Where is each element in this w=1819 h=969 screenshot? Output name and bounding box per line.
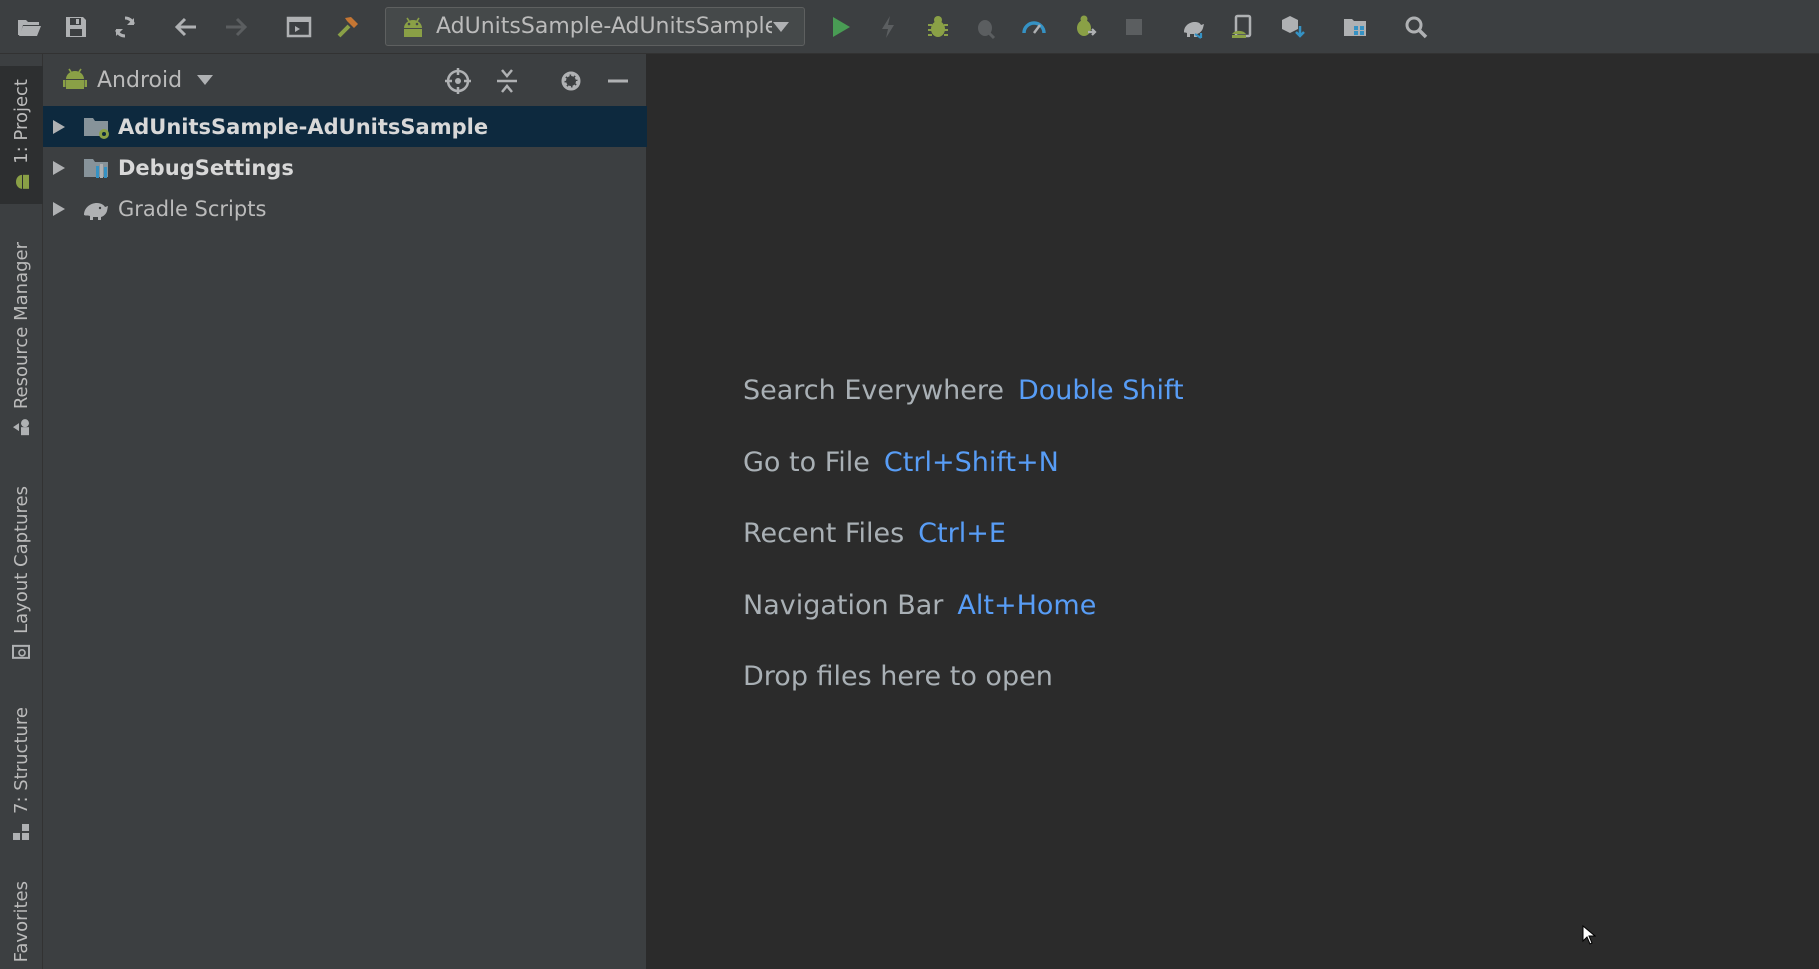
locate-file-icon[interactable]	[441, 64, 475, 98]
debug-attach-process-icon[interactable]	[1065, 7, 1105, 47]
tool-tab-structure[interactable]: 7: Structure	[0, 704, 43, 844]
tool-tab-label: 7: Structure	[11, 706, 32, 814]
stop-icon[interactable]	[1114, 7, 1154, 47]
sdk-manager-icon[interactable]	[1273, 7, 1313, 47]
build-hammer-icon[interactable]	[328, 7, 368, 47]
tool-tab-project[interactable]: 1: Project	[0, 66, 43, 204]
forward-arrow-icon[interactable]	[216, 7, 256, 47]
tool-tab-resource-manager[interactable]: Resource Manager	[0, 240, 43, 440]
resource-shapes-icon	[13, 419, 30, 436]
project-tree: AdUnitsSample-AdUnitsSample DebugSetting…	[43, 106, 647, 229]
chevron-down-icon	[773, 21, 789, 32]
hint-navigation-bar: Navigation Bar Alt+Home	[743, 588, 1184, 660]
apply-changes-icon[interactable]	[868, 7, 908, 47]
mouse-cursor-icon	[1582, 925, 1596, 945]
save-icon[interactable]	[56, 7, 96, 47]
editor-area: Search Everywhere Double Shift Go to File…	[647, 54, 1819, 969]
attach-debugger-icon[interactable]	[966, 7, 1006, 47]
tool-tab-label: Favorites	[11, 880, 32, 963]
hint-shortcut: Ctrl+Shift+N	[883, 446, 1059, 478]
android-icon	[16, 174, 30, 189]
tree-item-debugsettings[interactable]: DebugSettings	[43, 147, 647, 188]
hint-search-everywhere: Search Everywhere Double Shift	[743, 373, 1184, 445]
tree-item-label: DebugSettings	[118, 155, 294, 180]
hint-shortcut: Double Shift	[1018, 375, 1184, 406]
android-icon	[63, 68, 87, 89]
sync-icon[interactable]	[105, 7, 145, 47]
profile-gauge-icon[interactable]	[1014, 7, 1054, 47]
library-module-icon	[84, 158, 108, 178]
open-folder-icon[interactable]	[9, 7, 49, 47]
tree-item-gradle-scripts[interactable]: Gradle Scripts	[43, 188, 647, 229]
avd-manager-icon[interactable]	[1223, 7, 1263, 47]
hint-go-to-file: Go to File Ctrl+Shift+N	[743, 445, 1184, 517]
hint-text: Navigation Bar	[743, 589, 944, 621]
hint-text: Drop files here to open	[743, 661, 1053, 692]
tool-tab-label: Layout Captures	[11, 486, 32, 634]
tool-tab-label: 1: Project	[11, 78, 32, 164]
expand-arrow-icon[interactable]	[52, 201, 66, 217]
project-view-select[interactable]: Android	[63, 67, 214, 93]
layout-capture-icon	[12, 644, 31, 659]
run-configuration-select[interactable]: AdUnitsSample-AdUnitsSample	[385, 7, 805, 46]
hint-recent-files: Recent Files Ctrl+E	[743, 516, 1184, 588]
chevron-down-icon	[197, 75, 214, 85]
project-view-label: Android	[97, 67, 183, 93]
hint-shortcut: Ctrl+E	[918, 518, 1006, 549]
back-arrow-icon[interactable]	[166, 7, 206, 47]
tool-tab-label: Resource Manager	[11, 242, 32, 410]
terminal-icon[interactable]	[279, 7, 319, 47]
run-configuration-label: AdUnitsSample-AdUnitsSample	[436, 14, 772, 39]
expand-arrow-icon[interactable]	[52, 160, 66, 176]
hint-text: Go to File	[743, 446, 870, 478]
gear-icon[interactable]	[554, 64, 588, 98]
collapse-all-icon[interactable]	[490, 64, 524, 98]
gradle-elephant-icon	[84, 202, 108, 220]
project-panel-header: Android	[43, 54, 647, 106]
android-icon	[404, 17, 422, 37]
hint-text: Recent Files	[743, 518, 905, 549]
search-icon[interactable]	[1396, 7, 1436, 47]
hint-text: Search Everywhere	[743, 375, 1004, 406]
gradle-sync-icon[interactable]	[1174, 7, 1214, 47]
tool-window-strip: 1: Project Resource Manager Layout Captu…	[0, 54, 43, 969]
tree-item-app-module[interactable]: AdUnitsSample-AdUnitsSample	[43, 106, 647, 147]
tool-tab-layout-captures[interactable]: Layout Captures	[0, 484, 43, 664]
debug-icon[interactable]	[918, 7, 958, 47]
tree-item-label: Gradle Scripts	[118, 196, 267, 221]
module-folder-icon	[84, 117, 109, 139]
tree-item-label: AdUnitsSample-AdUnitsSample	[118, 114, 489, 139]
expand-arrow-icon[interactable]	[52, 119, 66, 135]
main-toolbar: AdUnitsSample-AdUnitsSample	[0, 0, 1819, 54]
run-icon[interactable]	[820, 7, 860, 47]
tool-tab-favorites[interactable]: Favorites	[0, 874, 43, 969]
project-structure-icon[interactable]	[1335, 7, 1375, 47]
project-panel: Android AdUnitsSample-AdUnitsSample Debu…	[43, 54, 647, 969]
hide-panel-icon[interactable]	[601, 64, 635, 98]
hint-shortcut: Alt+Home	[957, 589, 1097, 621]
editor-hints: Search Everywhere Double Shift Go to File…	[743, 373, 1184, 731]
structure-icon	[13, 823, 30, 840]
hint-drop-files: Drop files here to open	[743, 659, 1184, 731]
